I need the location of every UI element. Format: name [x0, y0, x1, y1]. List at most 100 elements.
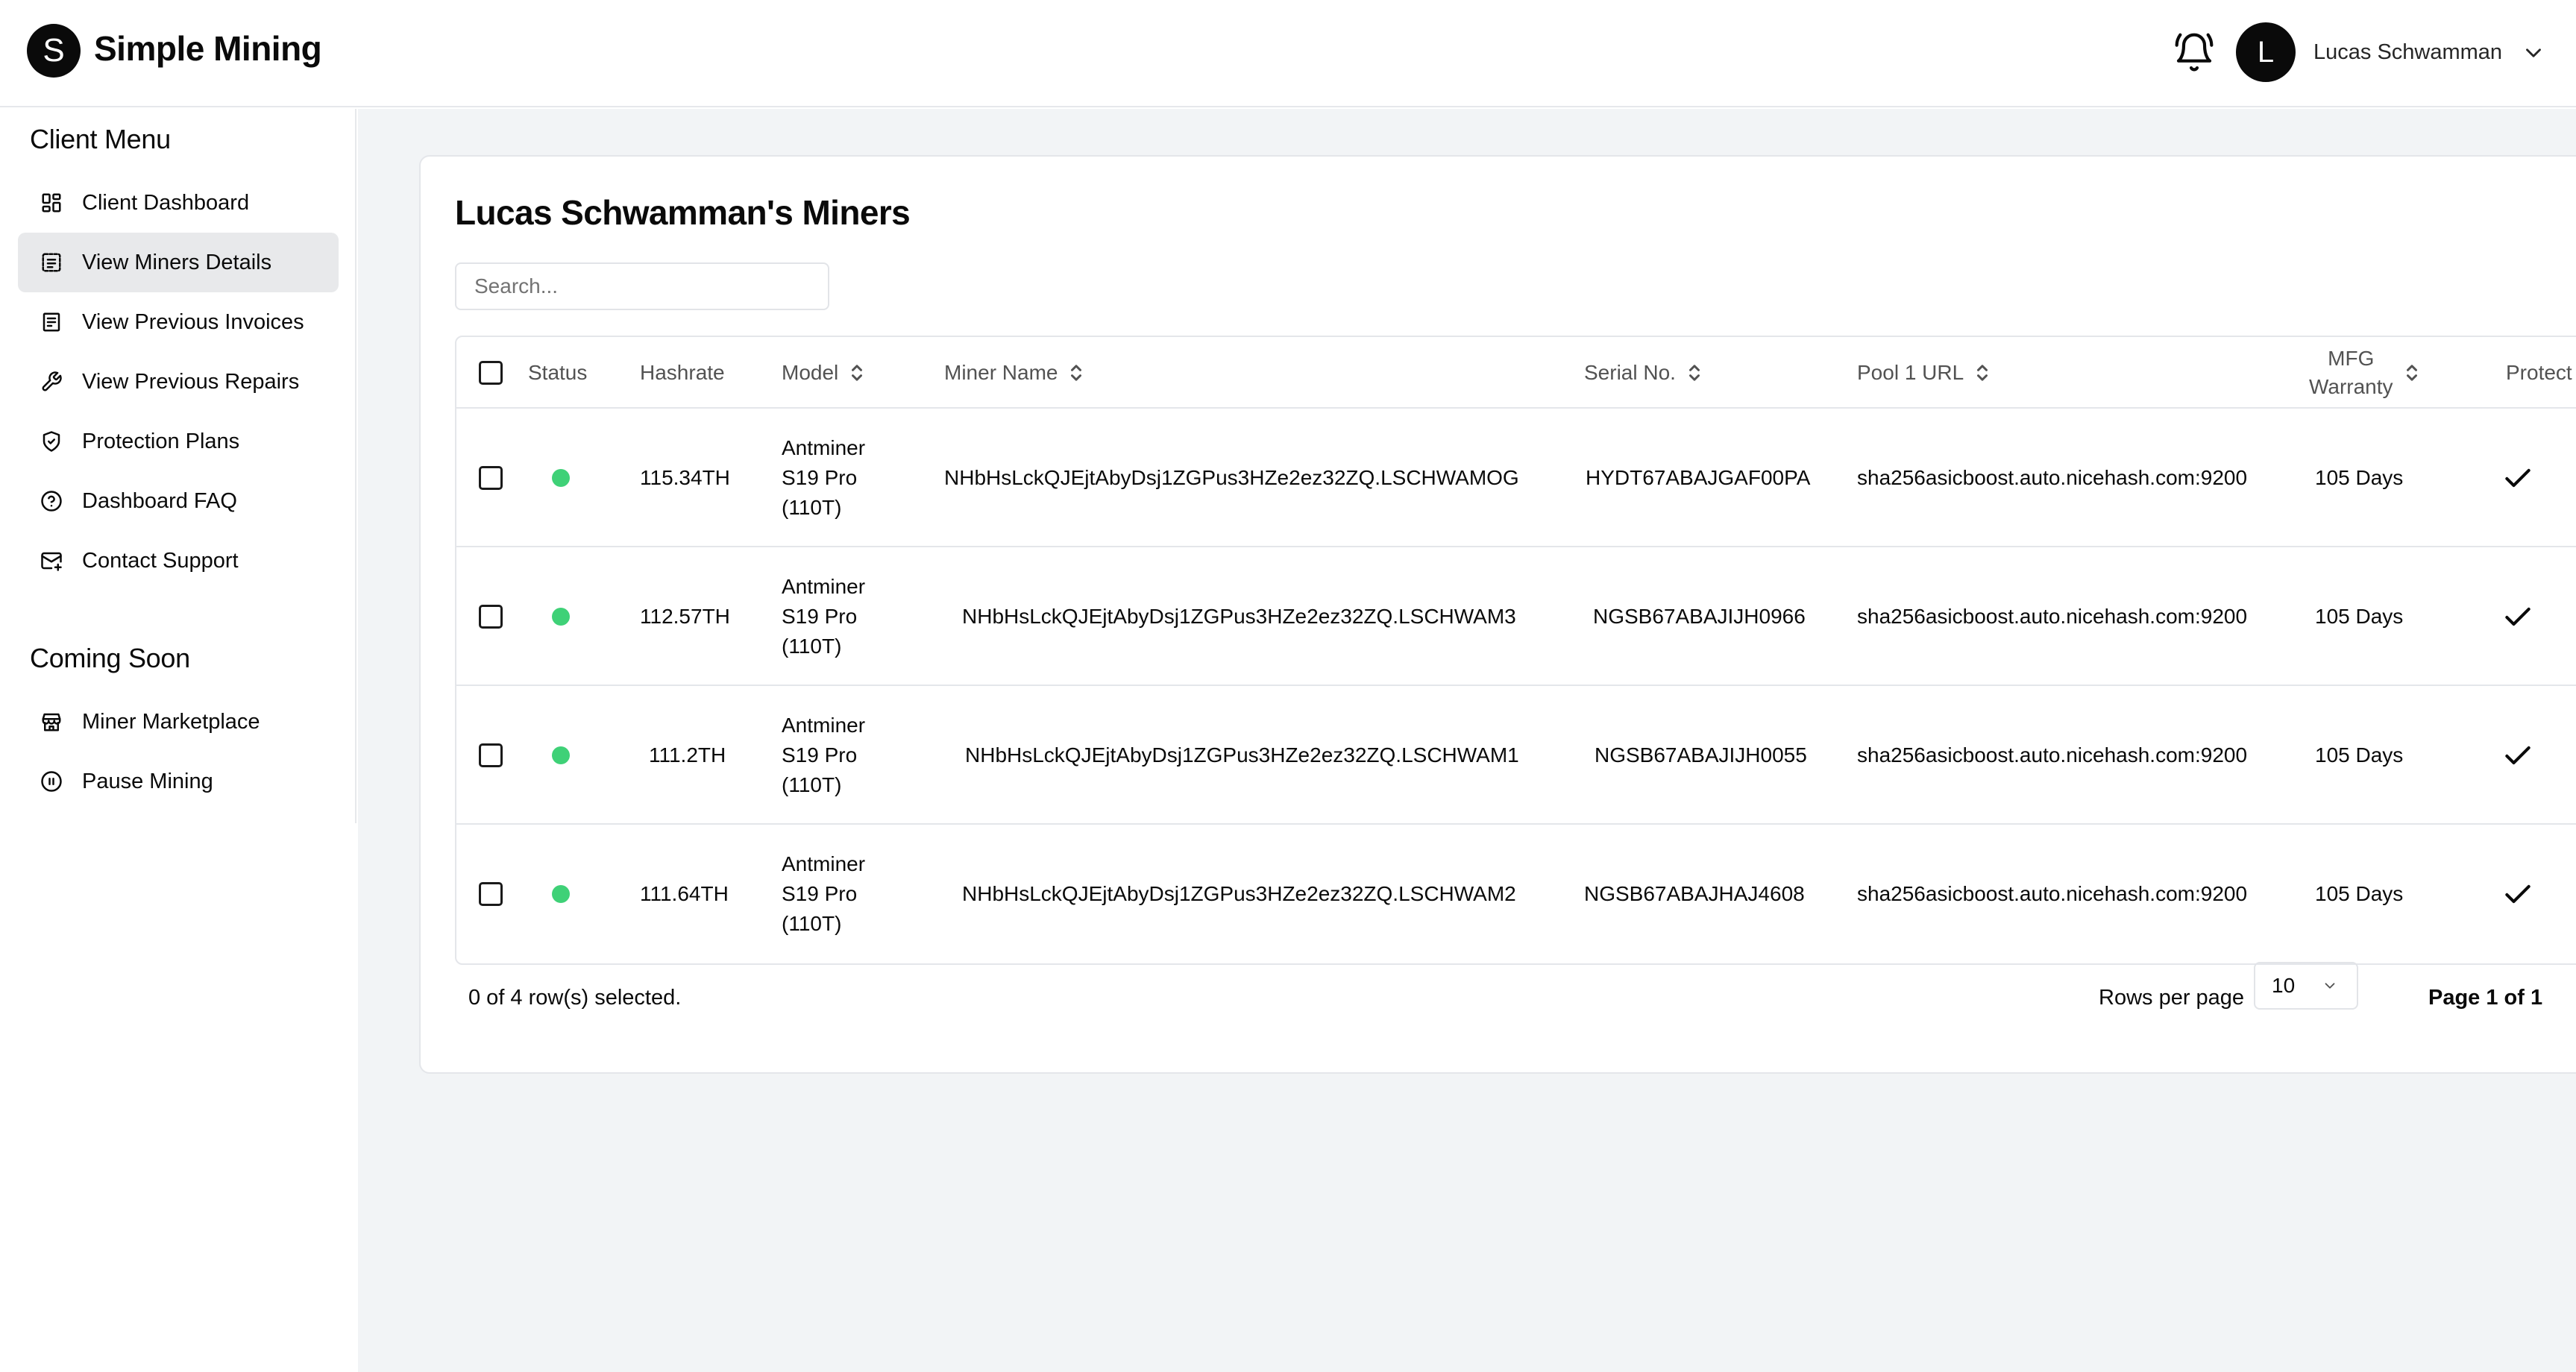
miners-table: Status Hashrate Model Miner Name Serial … — [455, 336, 2576, 965]
sidebar-item-pause-mining[interactable]: Pause Mining — [18, 752, 339, 811]
serial-cell: NGSB67ABAJIJH0055 — [1595, 743, 1807, 767]
warranty-cell: 105 Days — [2315, 605, 2404, 628]
table-row[interactable]: 112.57TH Antminer S19 Pro (110T) NHbHsLckQ… — [456, 547, 2576, 686]
miners-card: Lucas Schwamman's Miners Status Hashrate… — [419, 155, 2576, 1074]
column-protection: Protect — [2506, 361, 2572, 384]
miner-name-cell: NHbHsLckQJEjtAbyDsj1ZGPus3HZe2ez32ZQ.LSC… — [965, 743, 1519, 767]
column-status: Status — [528, 361, 588, 384]
dashboard-grid-icon — [40, 192, 63, 214]
sidebar-item-label: Pause Mining — [82, 769, 213, 793]
status-dot — [552, 547, 570, 686]
search-input[interactable] — [455, 262, 829, 310]
table-row[interactable]: 111.64TH Antminer S19 Pro (110T) NHbHsLckQ… — [456, 825, 2576, 963]
sidebar-item-view-previous-repairs[interactable]: View Previous Repairs — [18, 352, 339, 412]
sort-icon — [2406, 365, 2417, 381]
sort-icon — [1071, 365, 1082, 381]
sidebar-spacer — [0, 823, 356, 1372]
serial-cell: NGSB67ABAJIJH0966 — [1593, 605, 1806, 628]
bell-icon[interactable] — [2173, 31, 2215, 73]
sidebar-item-dashboard-faq[interactable]: Dashboard FAQ — [18, 471, 339, 531]
sidebar-item-view-miners-details[interactable]: View Miners Details — [18, 233, 339, 292]
selection-count: 0 of 4 row(s) selected. — [468, 986, 682, 1010]
row-checkbox[interactable] — [479, 825, 503, 963]
sidebar-item-contact-support[interactable]: Contact Support — [18, 531, 339, 591]
page-title: Lucas Schwamman's Miners — [455, 193, 911, 232]
invoice-icon — [40, 311, 63, 333]
model-cell: Antminer S19 Pro (110T) — [782, 575, 866, 658]
user-avatar[interactable]: L — [2236, 22, 2296, 82]
column-hashrate: Hashrate — [640, 361, 725, 384]
serial-cell: NGSB67ABAJHAJ4608 — [1584, 882, 1805, 905]
main-content: Lucas Schwamman's Miners Status Hashrate… — [358, 109, 2576, 1372]
pool-url-cell: sha256asicboost.auto.nicehash.com:9200 — [1857, 466, 2248, 489]
hashrate-cell: 115.34TH — [640, 466, 730, 489]
chevron-down-icon — [2325, 983, 2335, 989]
check-icon — [2501, 409, 2534, 547]
model-cell: Antminer S19 Pro (110T) — [782, 436, 866, 519]
check-icon — [2501, 686, 2534, 825]
pause-circle-icon — [40, 770, 63, 793]
column-model[interactable]: Model — [782, 337, 865, 409]
sidebar-item-label: Miner Marketplace — [82, 709, 260, 734]
warranty-cell: 105 Days — [2315, 882, 2404, 905]
row-checkbox[interactable] — [479, 409, 503, 547]
column-mfg-warranty[interactable]: MFG Warranty — [2309, 337, 2420, 409]
miner-name-cell: NHbHsLckQJEjtAbyDsj1ZGPus3HZe2ez32ZQ.LSC… — [962, 605, 1516, 628]
sidebar-item-miner-marketplace[interactable]: Miner Marketplace — [18, 692, 339, 752]
sort-icon — [852, 365, 863, 381]
row-checkbox[interactable] — [479, 547, 503, 686]
row-checkbox[interactable] — [479, 686, 503, 825]
brand-logo[interactable]: S — [27, 24, 81, 78]
top-header: S Simple Mining L Lucas Schwamman — [0, 0, 2576, 107]
column-miner-name[interactable]: Miner Name — [944, 337, 1084, 409]
store-icon — [40, 711, 63, 733]
pool-url-cell: sha256asicboost.auto.nicehash.com:9200 — [1857, 605, 2248, 628]
select-all-checkbox[interactable] — [479, 337, 503, 409]
sidebar-item-label: Dashboard FAQ — [82, 488, 237, 513]
sidebar-item-label: Contact Support — [82, 548, 239, 573]
status-dot — [552, 686, 570, 825]
sidebar-item-client-dashboard[interactable]: Client Dashboard — [18, 173, 339, 233]
rows-per-page-label: Rows per page — [2099, 986, 2245, 1010]
client-menu-title: Client Menu — [30, 124, 171, 154]
hashrate-cell: 112.57TH — [640, 605, 730, 628]
pool-url-cell: sha256asicboost.auto.nicehash.com:9200 — [1857, 882, 2248, 905]
sidebar-item-label: View Previous Invoices — [82, 309, 304, 334]
miner-name-cell: NHbHsLckQJEjtAbyDsj1ZGPus3HZe2ez32ZQ.LSC… — [944, 466, 1519, 489]
table-header: Status Hashrate Model Miner Name Serial … — [456, 337, 2576, 409]
warranty-cell: 105 Days — [2315, 743, 2404, 767]
table-row[interactable]: 115.34TH Antminer S19 Pro (110T) NHbHsLckQ… — [456, 409, 2576, 547]
sidebar-item-view-previous-invoices[interactable]: View Previous Invoices — [18, 292, 339, 352]
model-cell: Antminer S19 Pro (110T) — [782, 852, 866, 935]
coming-soon-title: Coming Soon — [30, 643, 190, 673]
sort-icon — [1688, 365, 1700, 381]
check-icon — [2501, 547, 2534, 686]
help-circle-icon — [40, 490, 63, 512]
hashrate-cell: 111.2TH — [649, 743, 726, 767]
shield-check-icon — [40, 430, 63, 453]
brand-name[interactable]: Simple Mining — [94, 28, 322, 69]
sidebar: Client Menu Client Dashboard View Miners… — [0, 109, 356, 823]
rows-per-page-select[interactable]: 10 — [2254, 962, 2358, 1010]
status-dot — [552, 825, 570, 963]
warranty-cell: 105 Days — [2315, 466, 2404, 489]
column-serial[interactable]: Serial No. — [1584, 337, 1703, 409]
miner-name-cell: NHbHsLckQJEjtAbyDsj1ZGPus3HZe2ez32ZQ.LSC… — [962, 882, 1516, 905]
sort-icon — [1977, 365, 1988, 381]
page-indicator: Page 1 of 1 — [2428, 986, 2543, 1010]
column-pool-url[interactable]: Pool 1 URL — [1857, 337, 1991, 409]
status-dot — [552, 409, 570, 547]
sidebar-item-label: Client Dashboard — [82, 190, 250, 215]
chevron-down-icon[interactable] — [2521, 40, 2546, 66]
sidebar-item-label: View Miners Details — [82, 250, 272, 274]
wrench-icon — [40, 371, 63, 393]
check-icon — [2501, 825, 2534, 963]
user-name[interactable]: Lucas Schwamman — [2313, 40, 2502, 65]
table-row[interactable]: 111.2TH Antminer S19 Pro (110T) NHbHsLckQJ… — [456, 686, 2576, 825]
mail-icon — [40, 550, 63, 572]
pool-url-cell: sha256asicboost.auto.nicehash.com:9200 — [1857, 743, 2248, 767]
sidebar-item-label: View Previous Repairs — [82, 369, 300, 394]
sidebar-item-protection-plans[interactable]: Protection Plans — [18, 412, 339, 471]
hashrate-cell: 111.64TH — [640, 882, 729, 905]
sidebar-item-label: Protection Plans — [82, 429, 240, 453]
